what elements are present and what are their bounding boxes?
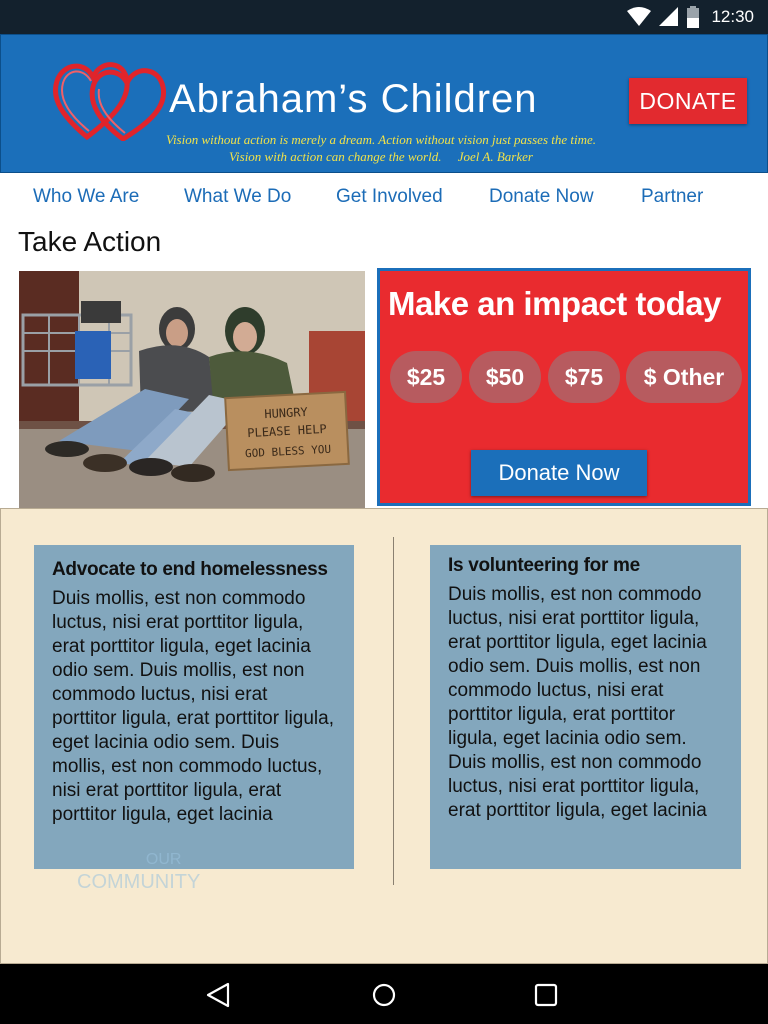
impact-title: Make an impact today — [388, 285, 721, 322]
status-bar: 12:30 — [0, 0, 768, 34]
section-divider — [393, 537, 394, 885]
nav-item-donate-now[interactable]: Donate Now — [489, 186, 594, 208]
nav-item-get-involved[interactable]: Get Involved — [336, 186, 443, 208]
amount-75-button[interactable]: $75 — [548, 351, 620, 403]
amount-50-button[interactable]: $50 — [469, 351, 541, 403]
volunteer-card[interactable]: Is volunteering for me Duis mollis, est … — [430, 545, 741, 869]
ghost-line-2: COMMUNITY — [77, 871, 201, 893]
battery-icon — [687, 6, 700, 28]
amount-25-button[interactable]: $25 — [390, 351, 462, 403]
signal-icon — [659, 7, 679, 26]
status-time: 12:30 — [711, 7, 754, 26]
hearts-logo-icon — [53, 62, 167, 141]
card-body: Duis mollis, est non commodo luctus, nis… — [52, 588, 334, 825]
header-quote: Vision without action is merely a dream.… — [121, 131, 641, 165]
donate-now-button[interactable]: Donate Now — [471, 450, 647, 496]
recents-icon[interactable] — [532, 981, 560, 1009]
main-nav: Who We Are What We Do Get Involved Donat… — [0, 174, 768, 218]
homeless-photo: HUNGRY PLEASE HELP GOD BLESS YOU — [19, 271, 365, 509]
impact-panel: Make an impact today $25 $50 $75 $ Other… — [377, 268, 751, 506]
svg-text:HUNGRY: HUNGRY — [264, 405, 309, 421]
nav-item-what-we-do[interactable]: What We Do — [184, 186, 291, 208]
card-body: Duis mollis, est non commodo luctus, nis… — [448, 584, 707, 821]
brand-name[interactable]: Abraham’s Children — [169, 77, 538, 122]
advocate-card[interactable]: Advocate to end homelessness Duis mollis… — [34, 545, 354, 869]
nav-item-who-we-are[interactable]: Who We Are — [33, 186, 139, 208]
quote-line-2: Vision with action can change the world.… — [229, 149, 533, 164]
home-icon[interactable] — [370, 981, 398, 1009]
info-section: Advocate to end homelessness Duis mollis… — [0, 508, 768, 964]
ghost-line-1: OUR — [145, 851, 182, 868]
donate-button[interactable]: DONATE — [629, 78, 747, 124]
photo-illustration: HUNGRY PLEASE HELP GOD BLESS YOU — [19, 271, 365, 509]
amount-other-button[interactable]: $ Other — [626, 351, 742, 403]
ghost-overlay-text: OUR COMMUNITY — [77, 849, 200, 893]
nav-item-partner[interactable]: Partner — [641, 186, 703, 208]
site-header: Abraham’s Children Vision without action… — [0, 34, 768, 173]
back-icon[interactable] — [204, 981, 232, 1009]
page-title: Take Action — [18, 226, 162, 257]
quote-line-1: Vision without action is merely a dream.… — [165, 132, 597, 147]
card-title: Is volunteering for me — [448, 555, 640, 576]
card-title: Advocate to end homelessness — [52, 559, 328, 580]
status-icons: 12:30 — [627, 6, 754, 28]
wifi-icon — [627, 7, 652, 26]
system-nav-bar — [0, 964, 768, 1024]
